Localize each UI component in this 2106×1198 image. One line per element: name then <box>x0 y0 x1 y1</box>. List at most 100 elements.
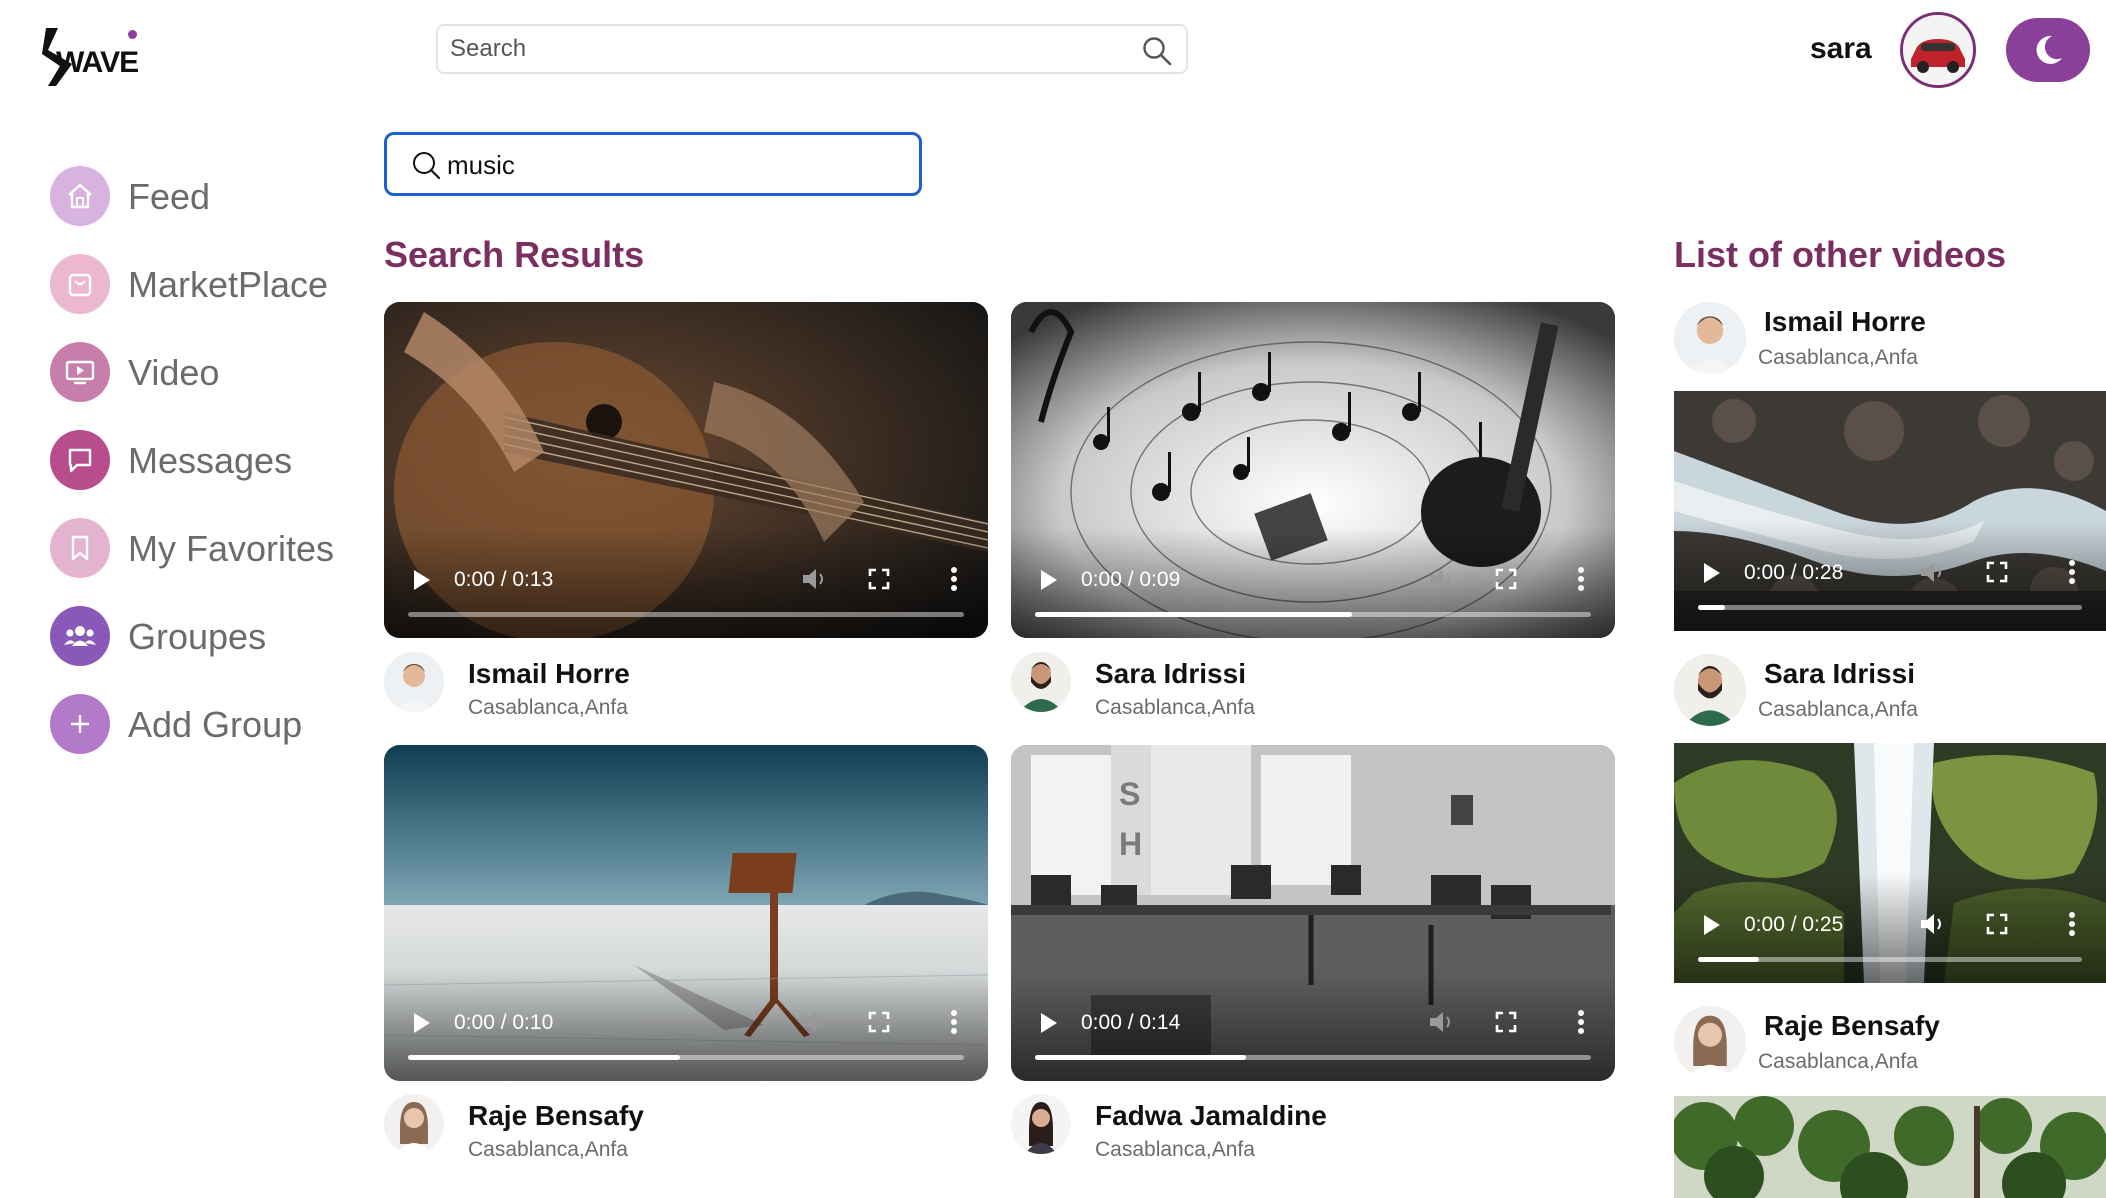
video-author[interactable]: Raje Bensafy Casablanca,Anfa <box>384 1094 944 1166</box>
sidebar-item-marketplace[interactable]: MarketPlace <box>50 252 350 316</box>
video-controls: 0:00 / 0:09 <box>1011 528 1615 638</box>
video-progress-bar[interactable] <box>1035 612 1591 617</box>
video-player[interactable]: 0:00 / 0:13 <box>384 302 988 638</box>
video-controls: 0:00 / 0:13 <box>384 528 988 638</box>
video-progress-fill <box>1035 612 1352 617</box>
volume-icon[interactable] <box>800 566 828 592</box>
author-location: Casablanca,Anfa <box>468 696 628 719</box>
logo-dot-icon <box>128 30 137 39</box>
video-progress-bar[interactable] <box>1035 1055 1591 1060</box>
search-icon <box>413 152 441 180</box>
more-options-icon[interactable] <box>950 566 958 592</box>
more-options-icon[interactable] <box>2068 559 2076 585</box>
author-name[interactable]: Raje Bensafy <box>468 1100 644 1132</box>
author-location: Casablanca,Anfa <box>468 1138 628 1161</box>
sidebar-item-messages[interactable]: Messages <box>50 428 350 492</box>
video-time: 0:00 / 0:10 <box>454 1011 554 1034</box>
search-icon[interactable] <box>1142 36 1172 66</box>
svg-text:H: H <box>1119 826 1142 862</box>
author-avatar[interactable] <box>384 1094 444 1154</box>
other-video-author[interactable]: Sara Idrissi Casablanca,Anfa <box>1674 654 2094 730</box>
other-video-player[interactable]: 0:00 / 0:25 <box>1674 743 2106 983</box>
fullscreen-icon[interactable] <box>868 1011 890 1033</box>
video-progress-bar[interactable] <box>1698 605 2082 610</box>
video-controls: 0:00 / 0:25 <box>1674 873 2106 983</box>
top-search-input[interactable] <box>450 34 1110 64</box>
more-options-icon[interactable] <box>1577 566 1585 592</box>
logo-text: WAVE <box>56 46 139 79</box>
sidebar-item-my-favorites[interactable]: My Favorites <box>50 516 350 580</box>
more-options-icon[interactable] <box>2068 911 2076 937</box>
volume-icon[interactable] <box>1918 911 1946 937</box>
author-avatar[interactable] <box>1674 302 1746 374</box>
logo[interactable]: WAVE <box>20 12 139 86</box>
fullscreen-icon[interactable] <box>1986 561 2008 583</box>
sidebar-item-groupes[interactable]: Groupes <box>50 604 350 668</box>
author-name[interactable]: Fadwa Jamaldine <box>1095 1100 1327 1132</box>
video-progress-fill <box>1698 957 1760 962</box>
car-avatar-image <box>1903 15 1973 85</box>
author-name[interactable]: Ismail Horre <box>1764 306 1926 338</box>
fullscreen-icon[interactable] <box>1986 913 2008 935</box>
fullscreen-icon[interactable] <box>1495 568 1517 590</box>
play-icon[interactable] <box>1041 1013 1057 1033</box>
video-time: 0:00 / 0:28 <box>1744 561 1844 584</box>
play-icon[interactable] <box>414 570 430 590</box>
play-icon[interactable] <box>1704 563 1720 583</box>
volume-icon[interactable] <box>1427 566 1455 592</box>
video-progress-fill <box>1035 1055 1247 1060</box>
author-avatar[interactable] <box>1011 1094 1071 1154</box>
play-icon[interactable] <box>1704 915 1720 935</box>
video-time: 0:00 / 0:25 <box>1744 913 1844 936</box>
author-avatar[interactable] <box>1674 1006 1746 1078</box>
video-time: 0:00 / 0:13 <box>454 568 554 591</box>
volume-icon[interactable] <box>1427 1009 1455 1035</box>
sidebar-item-label: Feed <box>128 176 211 217</box>
sidebar-item-label: MarketPlace <box>128 264 329 305</box>
other-video-author[interactable]: Ismail Horre Casablanca,Anfa <box>1674 302 2094 378</box>
users-icon <box>50 606 110 666</box>
author-avatar[interactable] <box>1674 654 1746 726</box>
video-search-input[interactable] <box>447 149 887 181</box>
other-video-player[interactable]: 0:00 / 0:28 <box>1674 391 2106 631</box>
volume-icon[interactable] <box>800 1009 828 1035</box>
play-icon[interactable] <box>1041 570 1057 590</box>
theme-toggle[interactable] <box>2006 18 2090 82</box>
author-avatar[interactable] <box>384 652 444 712</box>
more-options-icon[interactable] <box>1577 1009 1585 1035</box>
sidebar-item-feed[interactable]: Feed <box>50 164 350 228</box>
volume-icon[interactable] <box>1918 559 1946 585</box>
user-name[interactable]: sara <box>1810 32 1872 66</box>
video-player[interactable]: 0:00 / 0:09 <box>1011 302 1615 638</box>
author-name[interactable]: Raje Bensafy <box>1764 1010 1940 1042</box>
fullscreen-icon[interactable] <box>868 568 890 590</box>
video-player[interactable]: 0:00 / 0:10 <box>384 745 988 1081</box>
app-root: WAVE sara Feed <box>0 0 2106 1198</box>
video-author[interactable]: Fadwa Jamaldine Casablanca,Anfa <box>1011 1094 1571 1166</box>
fullscreen-icon[interactable] <box>1495 1011 1517 1033</box>
user-avatar[interactable] <box>1900 12 1976 88</box>
moon-icon <box>2036 35 2062 64</box>
shopping-bag-icon <box>50 254 110 314</box>
author-name[interactable]: Ismail Horre <box>468 658 630 690</box>
sidebar-item-add-group[interactable]: Add Group <box>50 692 350 756</box>
video-progress-bar[interactable] <box>408 1055 964 1060</box>
other-video-player[interactable] <box>1674 1096 2106 1198</box>
video-progress-bar[interactable] <box>1698 957 2082 962</box>
author-avatar[interactable] <box>1011 652 1071 712</box>
video-controls: 0:00 / 0:14 <box>1011 971 1615 1081</box>
video-player[interactable]: S H 0:00 / 0:14 <box>1011 745 1615 1081</box>
video-author[interactable]: Sara Idrissi Casablanca,Anfa <box>1011 652 1571 724</box>
video-author[interactable]: Ismail Horre Casablanca,Anfa <box>384 652 944 724</box>
other-video-author[interactable]: Raje Bensafy Casablanca,Anfa <box>1674 1006 2094 1082</box>
author-location: Casablanca,Anfa <box>1758 698 1918 721</box>
play-icon[interactable] <box>414 1013 430 1033</box>
sidebar-item-label: My Favorites <box>128 528 335 569</box>
more-options-icon[interactable] <box>950 1009 958 1035</box>
video-progress-bar[interactable] <box>408 612 964 617</box>
sidebar-item-label: Video <box>128 352 220 393</box>
author-name[interactable]: Sara Idrissi <box>1764 658 1915 690</box>
author-name[interactable]: Sara Idrissi <box>1095 658 1246 690</box>
sidebar-item-video[interactable]: Video <box>50 340 350 404</box>
author-location: Casablanca,Anfa <box>1758 1050 1918 1073</box>
